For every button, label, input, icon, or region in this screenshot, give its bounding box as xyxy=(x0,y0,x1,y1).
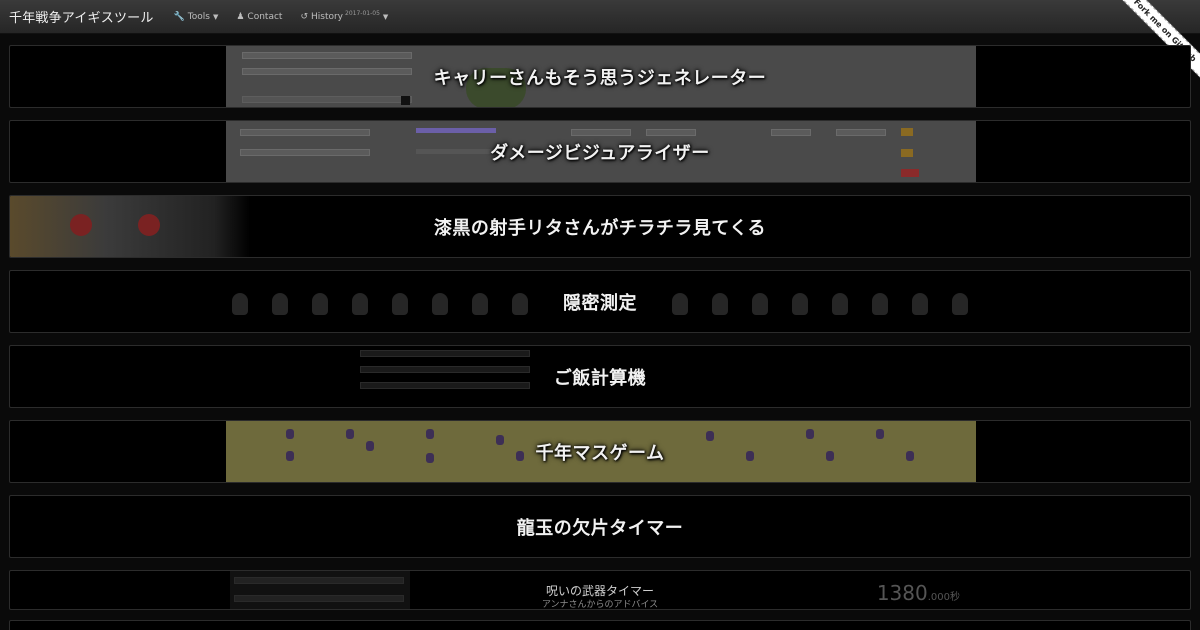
tool-card-dragon-orb-timer[interactable]: 龍玉の欠片タイマー xyxy=(9,495,1191,558)
tool-title: 千年マスゲーム xyxy=(535,442,665,464)
history-icon: ↺ xyxy=(300,11,308,22)
tool-card-rita-watching[interactable]: 漆黒の射手リタさんがチラチラ見てくる xyxy=(9,195,1191,258)
tool-card-cursed-weapon-timer[interactable]: 呪いの武器タイマー アンナさんからのアドバイス 1380.000秒 xyxy=(9,570,1191,610)
tool-title: キャリーさんもそう思うジェネレーター xyxy=(433,67,767,89)
brand-link[interactable]: 千年戦争アイギスツール xyxy=(9,7,154,26)
contact-link[interactable]: ♟ Contact xyxy=(236,12,282,22)
history-label: History xyxy=(310,11,344,22)
caret-down-icon: ▼ xyxy=(212,12,219,21)
tool-card-next[interactable] xyxy=(9,620,1191,630)
history-dropdown[interactable]: ↺ History 2017-01-05 ▼ xyxy=(300,10,389,22)
tool-title: ダメージビジュアライザー xyxy=(490,142,710,164)
user-icon: ♟ xyxy=(236,11,245,22)
tool-title: 隠密測定 xyxy=(563,292,637,314)
tools-dropdown[interactable]: 🔧 Tools ▼ xyxy=(174,12,219,22)
tool-title: ご飯計算機 xyxy=(553,367,647,389)
wrench-icon: 🔧 xyxy=(173,11,185,22)
tool-card-mass-game[interactable]: 千年マスゲーム xyxy=(9,420,1191,483)
timer-value-suffix: .000秒 xyxy=(927,592,960,603)
timer-value-number: 1380 xyxy=(876,581,928,605)
history-date: 2017-01-05 xyxy=(345,10,380,17)
tool-title: 龍玉の欠片タイマー xyxy=(516,517,684,539)
tool-card-carry-generator[interactable]: キャリーさんもそう思うジェネレーター xyxy=(9,45,1191,108)
timer-value: 1380.000秒 xyxy=(877,581,960,605)
tool-card-damage-visualizer[interactable]: ダメージビジュアライザー xyxy=(9,120,1191,183)
contact-label: Contact xyxy=(247,11,283,22)
tool-card-stealth-measure[interactable]: 隠密測定 xyxy=(9,270,1191,333)
tools-label: Tools xyxy=(187,11,210,22)
cursed-weapon-subtitle: アンナさんからのアドバイス xyxy=(541,600,659,610)
tool-title: 漆黒の射手リタさんがチラチラ見てくる xyxy=(433,217,767,239)
navbar: 千年戦争アイギスツール 🔧 Tools ▼ ♟ Contact ↺ Histor… xyxy=(0,0,1200,34)
tool-card-rice-calculator[interactable]: ご飯計算機 xyxy=(9,345,1191,408)
caret-down-icon: ▼ xyxy=(382,12,389,21)
